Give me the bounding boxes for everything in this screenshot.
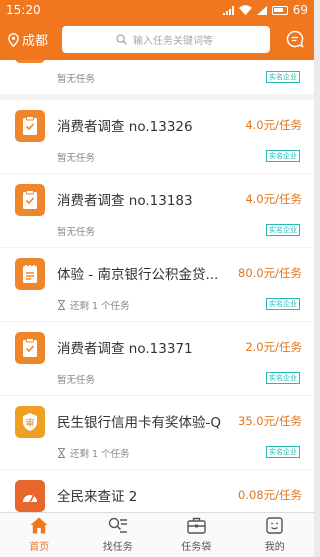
task-price: 80.0元/任务 xyxy=(238,266,302,280)
task-price: 0.08元/任务 xyxy=(238,488,302,502)
task-status-text: 暂无任务 xyxy=(57,227,96,238)
tab-label: 找任务 xyxy=(102,542,133,553)
cellular-icon xyxy=(256,5,267,15)
verified-badge: 实名企业 xyxy=(266,224,300,236)
clipboard-icon xyxy=(15,110,45,142)
tab-label: 任务袋 xyxy=(181,542,212,553)
task-status: 还剩 1 个任务 xyxy=(57,298,130,312)
task-price: 4.0元/任务 xyxy=(245,118,302,132)
task-status-text: 暂无任务 xyxy=(57,375,96,386)
status-bar: 15:20 69 xyxy=(0,0,314,20)
signal-icon xyxy=(222,5,234,15)
task-title: 消费者调查 no.13183 xyxy=(57,193,193,209)
task-search-icon xyxy=(108,517,127,533)
task-status: 暂无任务 xyxy=(57,372,95,386)
task-status: 还剩 1 个任务 xyxy=(57,446,130,460)
shield-icon: 审 xyxy=(15,406,45,438)
tab-label: 首页 xyxy=(29,542,50,553)
task-title: 民生银行信用卡有奖体验-Q xyxy=(57,415,221,431)
location-pin-icon xyxy=(8,32,19,47)
task-status-text: 暂无任务 xyxy=(57,74,96,85)
verified-badge: 实名企业 xyxy=(266,71,300,83)
clipboard-icon xyxy=(15,60,45,63)
profile-icon xyxy=(266,517,283,534)
battery-icon xyxy=(271,5,288,15)
verified-badge: 实名企业 xyxy=(266,150,300,162)
wifi-icon xyxy=(238,5,252,15)
verified-badge: 实名企业 xyxy=(266,372,300,384)
tab-find-task[interactable]: 找任务 xyxy=(79,513,158,557)
top-bar: 成都 输入任务关键词等 xyxy=(0,20,314,60)
task-card[interactable]: 体验 - 南京银行公积金贷... 80.0元/任务 还剩 1 个任务 实名企业 xyxy=(0,248,314,321)
task-card[interactable]: 全民来查证 2 0.08元/任务 xyxy=(0,470,314,512)
task-price: 35.0元/任务 xyxy=(238,414,302,428)
task-card[interactable]: 审 民生银行信用卡有奖体验-Q 35.0元/任务 还剩 1 个任务 实名企业 xyxy=(0,396,314,469)
status-time: 15:20 xyxy=(6,3,41,17)
search-placeholder: 输入任务关键词等 xyxy=(133,36,213,47)
task-title: 全民来查证 2 xyxy=(57,489,138,505)
tab-profile[interactable]: 我的 xyxy=(236,513,315,557)
task-status-text: 暂无任务 xyxy=(57,153,96,164)
search-icon xyxy=(116,34,127,45)
bottom-tab-bar: 首页 找任务 任务袋 我的 xyxy=(0,512,314,557)
task-card[interactable]: 消费者调查 no.13371 2.0元/任务 暂无任务 实名企业 xyxy=(0,322,314,395)
status-icons: 69 xyxy=(222,3,308,17)
task-title: 消费者调查 no.13326 xyxy=(57,119,193,135)
tab-label: 我的 xyxy=(264,542,285,553)
verified-badge: 实名企业 xyxy=(266,446,300,458)
task-status-text: 还剩 1 个任务 xyxy=(70,301,130,312)
task-status-text: 还剩 1 个任务 xyxy=(70,449,130,460)
gauge-icon xyxy=(15,480,45,512)
search-input[interactable]: 输入任务关键词等 xyxy=(62,26,270,53)
city-label: 成都 xyxy=(22,34,49,49)
task-title: 体验 - 南京银行公积金贷... xyxy=(57,267,219,283)
task-price: 2.0元/任务 xyxy=(245,340,302,354)
task-status: 暂无任务 xyxy=(57,150,95,164)
city-selector[interactable]: 成都 xyxy=(8,30,48,49)
task-title: 消费者调查 no.13371 xyxy=(57,341,193,357)
task-card[interactable]: 暂无任务 实名企业 xyxy=(0,60,314,94)
tab-home[interactable]: 首页 xyxy=(0,513,79,557)
task-price: 4.0元/任务 xyxy=(245,192,302,206)
hourglass-icon xyxy=(58,300,65,310)
task-card[interactable]: 消费者调查 no.13183 4.0元/任务 暂无任务 实名企业 xyxy=(0,174,314,247)
verified-badge: 实名企业 xyxy=(266,298,300,310)
clipboard-icon xyxy=(15,332,45,364)
clipboard-icon xyxy=(15,184,45,216)
notepad-icon xyxy=(15,258,45,290)
briefcase-icon xyxy=(187,517,206,534)
tab-task-bag[interactable]: 任务袋 xyxy=(157,513,236,557)
task-list[interactable]: 暂无任务 实名企业 消费者调查 no.13326 4.0元/任务 暂无任务 实名… xyxy=(0,60,314,512)
battery-level: 69 xyxy=(292,3,308,17)
svg-text:审: 审 xyxy=(25,417,34,429)
hourglass-icon xyxy=(58,448,65,458)
home-icon xyxy=(30,517,48,534)
task-card[interactable]: 消费者调查 no.13326 4.0元/任务 暂无任务 实名企业 xyxy=(0,100,314,173)
task-status: 暂无任务 xyxy=(57,71,95,85)
task-status: 暂无任务 xyxy=(57,224,95,238)
message-icon[interactable] xyxy=(286,30,304,48)
